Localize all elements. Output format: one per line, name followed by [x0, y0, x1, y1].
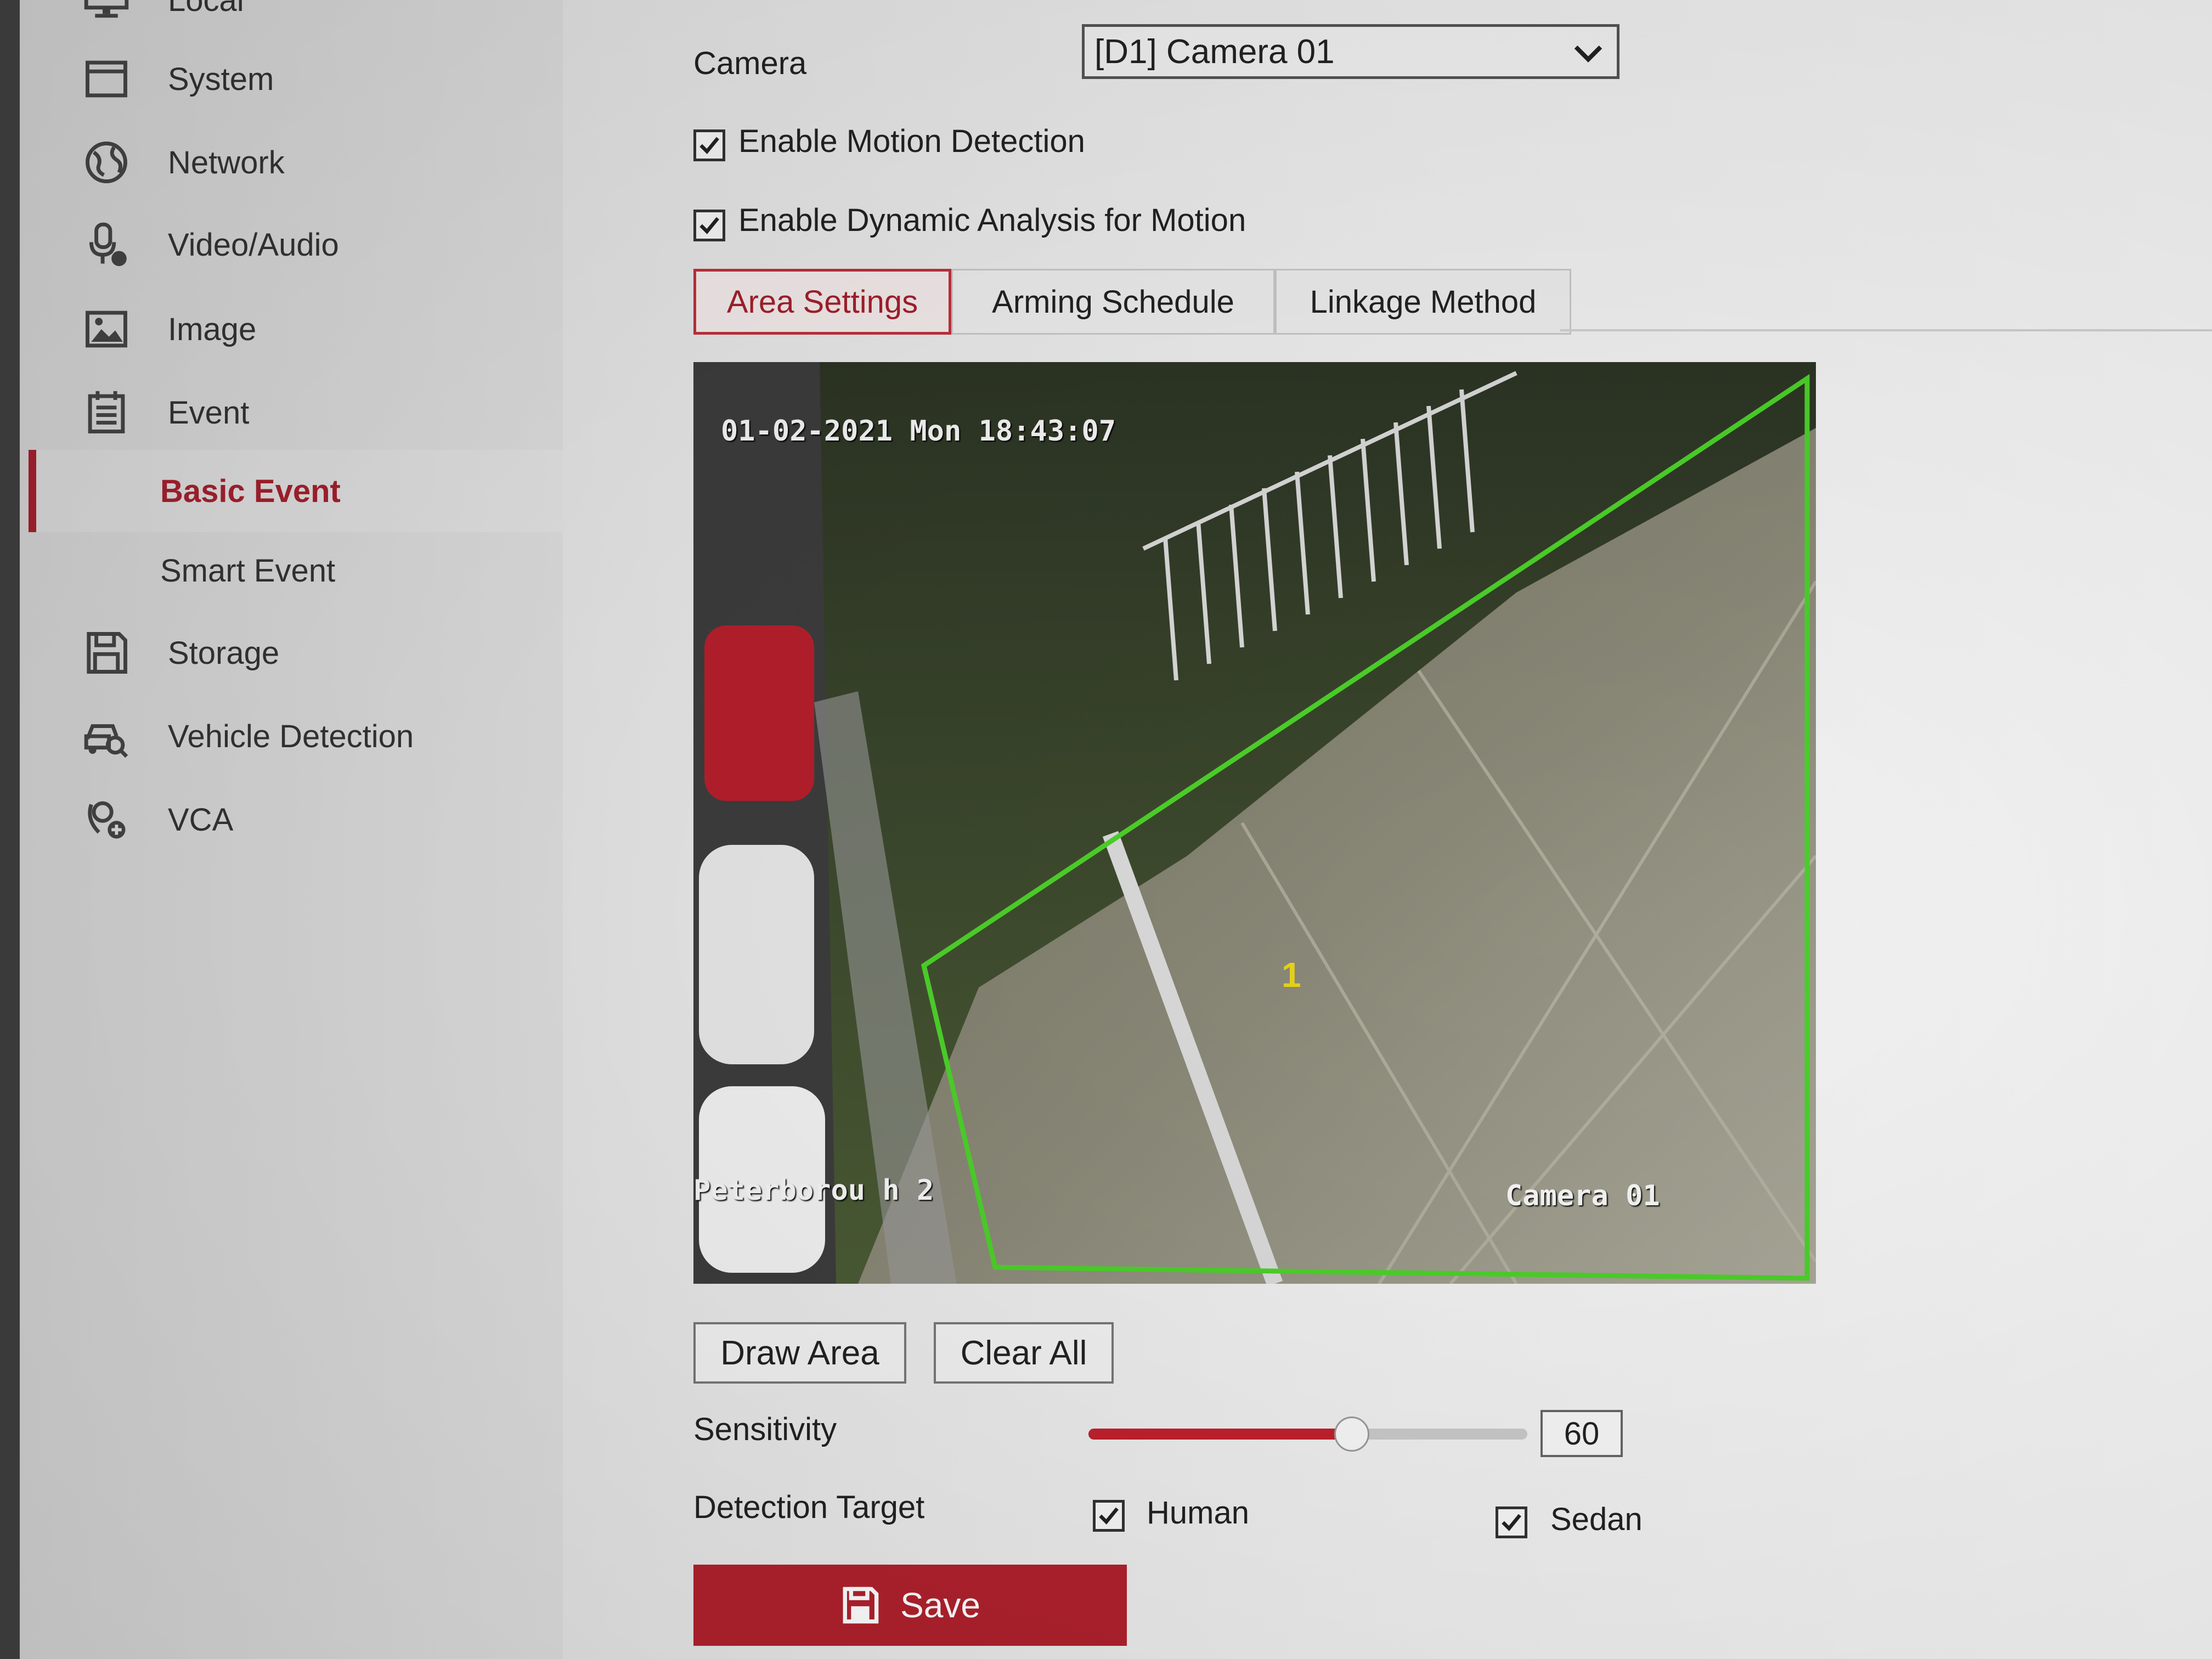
sidebar-item-video-audio[interactable]: Video/Audio — [80, 212, 339, 278]
enable-dynamic-analysis-label: Enable Dynamic Analysis for Motion — [738, 202, 1246, 238]
sidebar-item-label: Image — [168, 311, 257, 347]
image-icon — [80, 303, 133, 356]
human-label: Human — [1147, 1495, 1249, 1531]
sidebar-item-image[interactable]: Image — [80, 296, 256, 362]
human-checkbox[interactable] — [1093, 1500, 1125, 1532]
sidebar-item-label: Vehicle Detection — [168, 718, 414, 754]
monitor-icon — [80, 0, 133, 26]
checkmark-icon — [699, 217, 719, 234]
sidebar-item-label: Video/Audio — [168, 227, 339, 263]
camera-select[interactable]: [D1] Camera 01 — [1082, 24, 1620, 79]
save-button-label: Save — [900, 1585, 980, 1625]
chevron-down-icon — [1574, 45, 1602, 63]
sidebar-item-vehicle-detection[interactable]: Vehicle Detection — [80, 703, 414, 769]
main-content: Camera [D1] Camera 01 Enable Motion Dete… — [563, 0, 2212, 1659]
draw-area-button[interactable]: Draw Area — [693, 1322, 906, 1384]
camera-select-value: [D1] Camera 01 — [1094, 32, 1335, 71]
slider-fill — [1088, 1429, 1352, 1440]
globe-icon — [80, 136, 133, 189]
system-icon — [80, 53, 133, 105]
tab-label: Arming Schedule — [992, 284, 1234, 320]
tab-area-settings[interactable]: Area Settings — [693, 269, 951, 335]
checkmark-icon — [699, 137, 719, 154]
save-icon — [843, 1587, 879, 1624]
clear-all-button[interactable]: Clear All — [934, 1322, 1114, 1384]
slider-thumb[interactable] — [1334, 1417, 1369, 1452]
sidebar-item-local[interactable]: Local — [80, 0, 244, 33]
checkmark-icon — [1099, 1507, 1119, 1525]
sensitivity-value-input[interactable]: 60 — [1541, 1410, 1623, 1457]
screen: Local System Network Video/Audio Image E… — [20, 0, 2212, 1659]
sidebar-subitem-smart-event[interactable]: Smart Event — [160, 540, 335, 601]
sidebar-item-label: Network — [168, 144, 285, 180]
sidebar-item-label: VCA — [168, 802, 234, 838]
sidebar-item-label: Local — [168, 0, 244, 18]
sensitivity-slider[interactable] — [1088, 1417, 1527, 1452]
camera-video-preview[interactable]: 01-02-2021 Mon 18:43:07 Peterborou h 2 C… — [693, 362, 1816, 1284]
tab-arming-schedule[interactable]: Arming Schedule — [951, 269, 1275, 335]
detection-target-label: Detection Target — [693, 1489, 925, 1525]
enable-dynamic-analysis-checkbox[interactable] — [693, 210, 725, 241]
timestamp-osd: 01-02-2021 Mon 18:43:07 — [721, 415, 1116, 448]
sidebar-item-network[interactable]: Network — [80, 129, 285, 195]
sidebar-item-storage[interactable]: Storage — [80, 620, 279, 686]
sidebar-item-event[interactable]: Event — [80, 380, 249, 445]
camera-scene — [693, 362, 1816, 1284]
sidebar-item-system[interactable]: System — [80, 46, 274, 112]
sidebar: Local System Network Video/Audio Image E… — [20, 0, 563, 1659]
location-osd: Peterborou h 2 — [693, 1174, 934, 1207]
floppy-icon — [80, 627, 133, 679]
button-label: Clear All — [960, 1334, 1087, 1372]
sidebar-item-label: Event — [168, 394, 250, 431]
button-label: Draw Area — [720, 1334, 879, 1372]
sidebar-subitem-label: Smart Event — [160, 552, 336, 589]
sidebar-subitem-basic-event[interactable]: Basic Event — [160, 461, 341, 521]
camera-name-osd: Camera 01 — [1505, 1180, 1660, 1212]
checkmark-icon — [1502, 1514, 1521, 1531]
camera-label: Camera — [693, 46, 807, 81]
tab-divider — [1560, 329, 2212, 331]
sidebar-subitem-label: Basic Event — [160, 473, 341, 509]
sidebar-item-label: System — [168, 61, 274, 97]
sensitivity-label: Sensitivity — [693, 1412, 837, 1447]
enable-motion-checkbox[interactable] — [693, 129, 725, 161]
sedan-label: Sedan — [1550, 1502, 1643, 1537]
tab-label: Area Settings — [726, 284, 918, 320]
sidebar-item-vca[interactable]: VCA — [80, 787, 233, 853]
vca-icon — [80, 793, 133, 846]
tab-linkage-method[interactable]: Linkage Method — [1275, 269, 1571, 335]
tab-bar: Area Settings Arming Schedule Linkage Me… — [693, 269, 1571, 340]
active-item-indicator — [29, 450, 36, 532]
microphone-icon — [80, 218, 133, 271]
sidebar-item-label: Storage — [168, 635, 280, 671]
vehicle-search-icon — [80, 710, 133, 763]
tab-label: Linkage Method — [1310, 284, 1537, 320]
detection-area-number: 1 — [1282, 955, 1301, 995]
save-button[interactable]: Save — [693, 1565, 1127, 1646]
enable-motion-label: Enable Motion Detection — [738, 123, 1085, 159]
calendar-icon — [80, 386, 133, 439]
sensitivity-value: 60 — [1564, 1415, 1600, 1452]
sedan-checkbox[interactable] — [1496, 1506, 1527, 1538]
